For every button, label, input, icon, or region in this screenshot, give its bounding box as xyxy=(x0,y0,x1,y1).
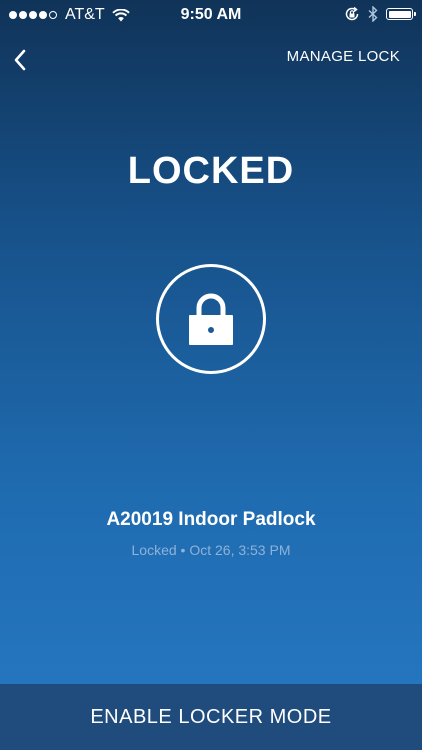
manage-lock-button[interactable]: MANAGE LOCK xyxy=(287,48,400,65)
lock-detail-screen: AT&T 9:50 AM MANAGE LOCK LOCKED A20019 I… xyxy=(0,0,422,750)
bluetooth-icon xyxy=(368,6,378,22)
rotation-lock-icon xyxy=(345,6,359,21)
battery-icon xyxy=(386,8,416,20)
device-name: A20019 Indoor Padlock xyxy=(106,509,316,530)
lock-state-title: LOCKED xyxy=(127,150,295,192)
back-button[interactable] xyxy=(10,46,32,74)
enable-locker-mode-button[interactable]: ENABLE LOCKER MODE xyxy=(0,684,422,750)
padlock-icon xyxy=(189,293,233,345)
device-status-text: Locked • Oct 26, 3:53 PM xyxy=(131,542,291,558)
lock-toggle-button[interactable] xyxy=(156,264,266,374)
status-bar-right xyxy=(336,6,416,22)
chevron-left-icon xyxy=(14,49,26,71)
status-bar: AT&T 9:50 AM xyxy=(0,0,422,30)
